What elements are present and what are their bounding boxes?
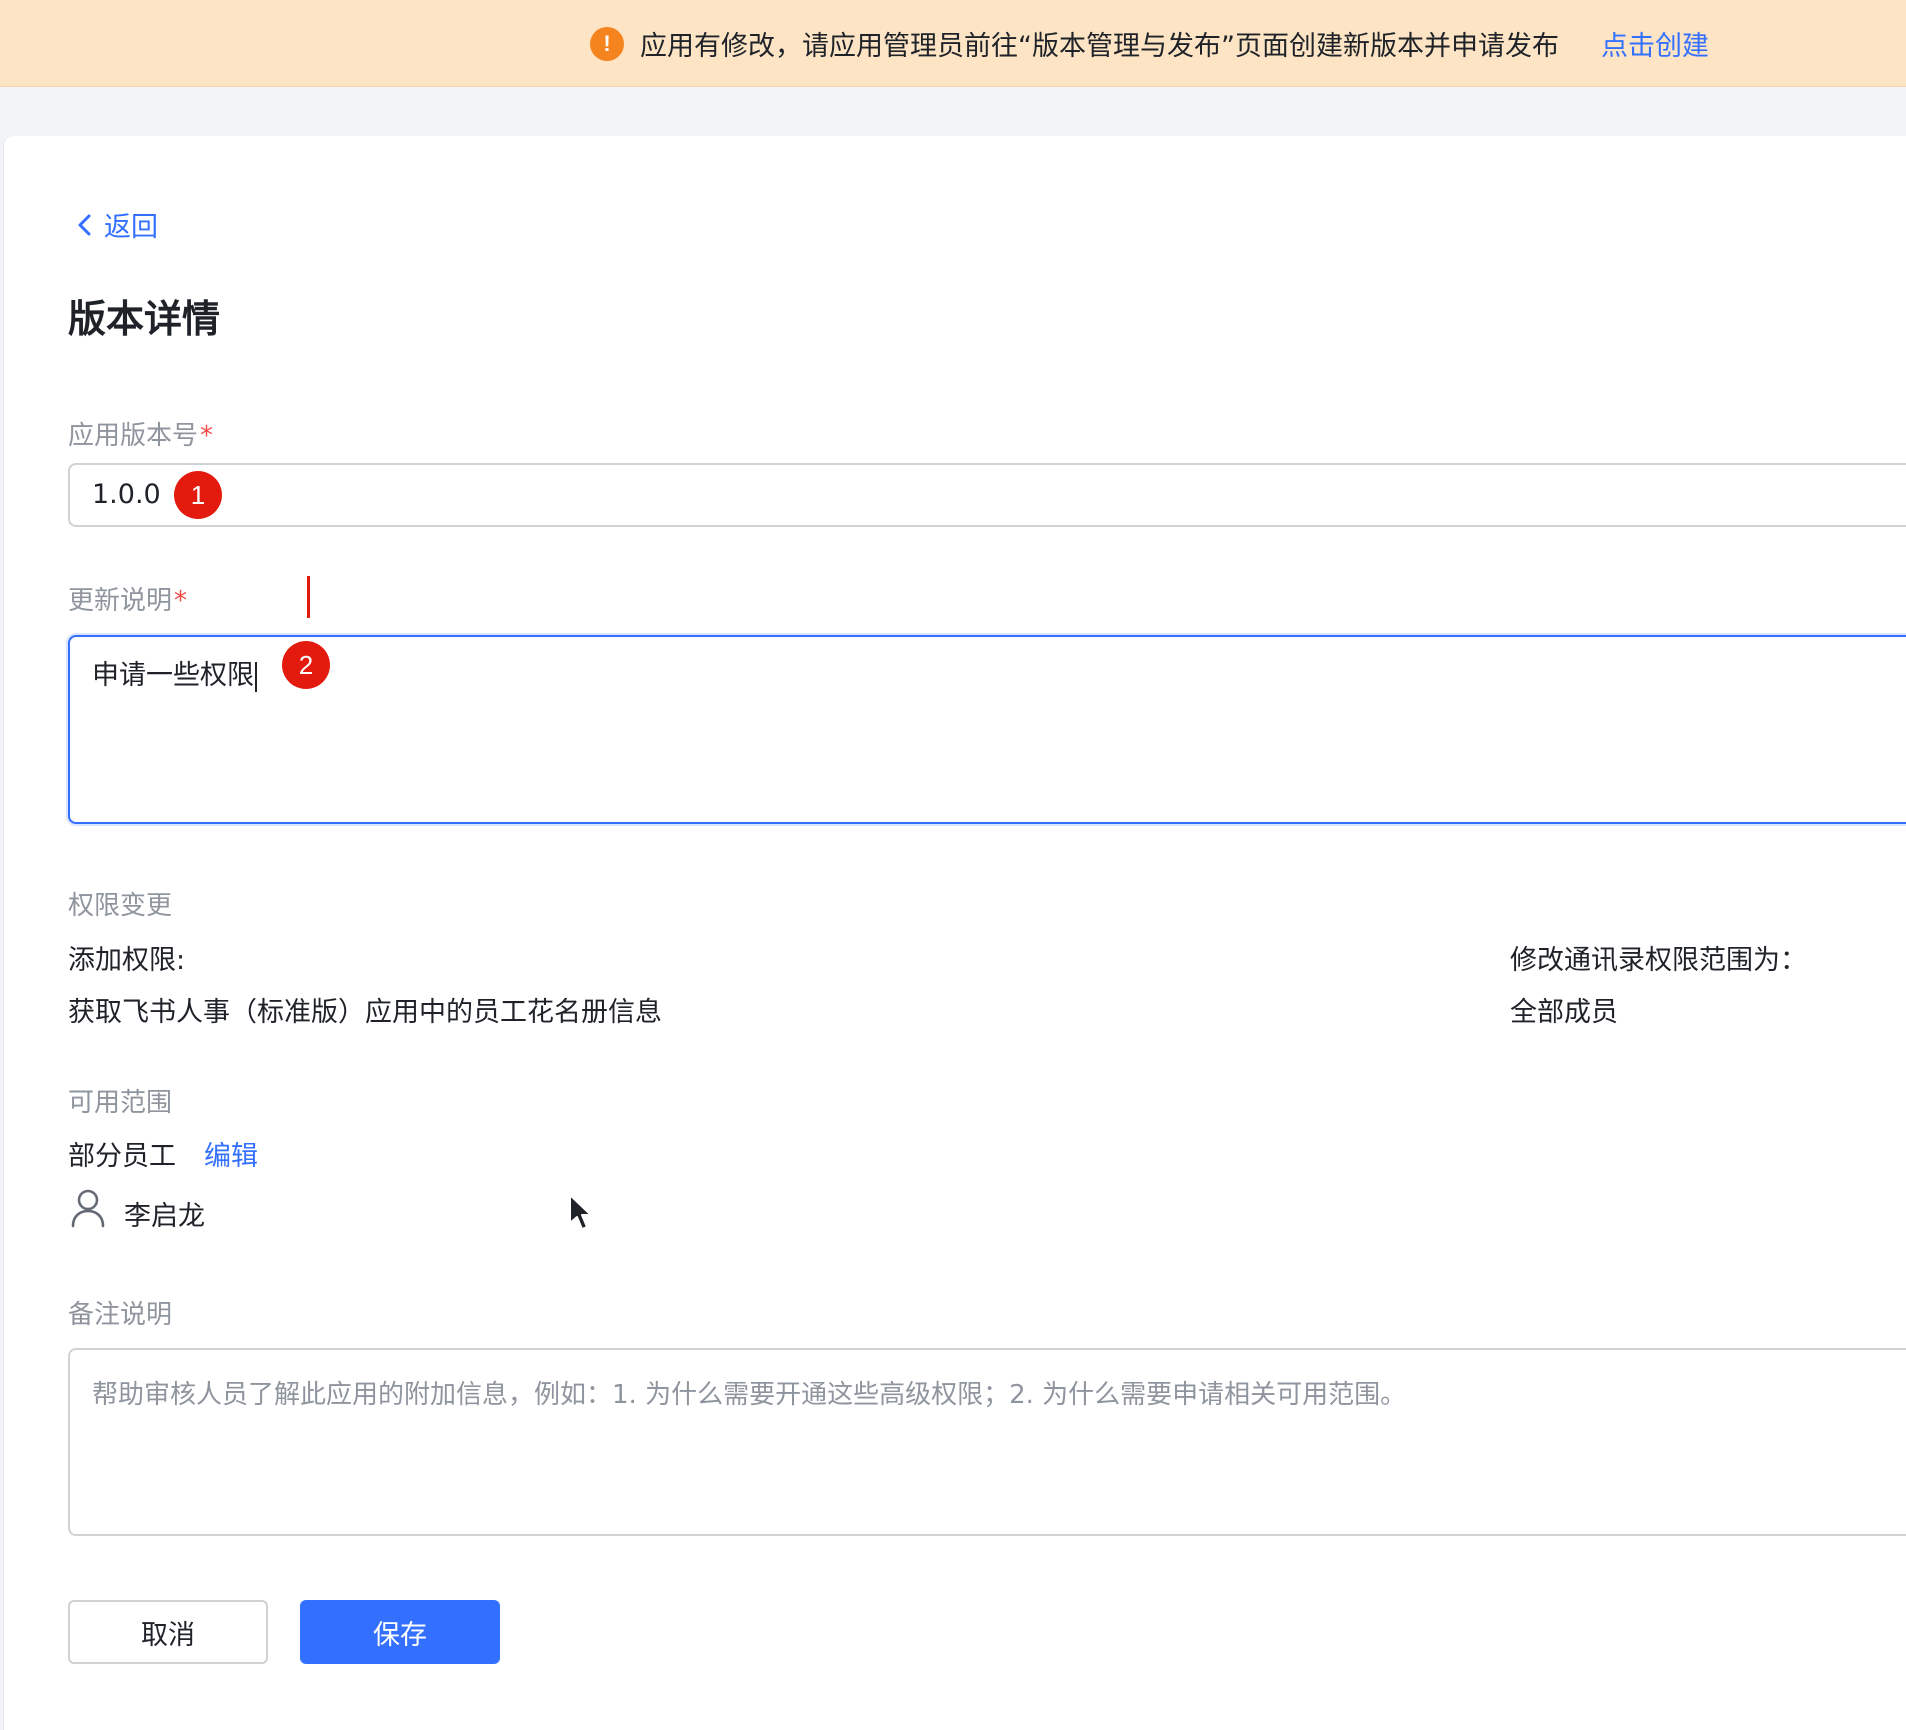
version-input-value: 1.0.0: [92, 479, 161, 510]
page-title: 版本详情: [68, 297, 221, 341]
mouse-pointer-icon: [569, 1194, 592, 1230]
save-button[interactable]: 保存: [300, 1600, 500, 1664]
version-label: 应用版本号*: [68, 415, 213, 452]
edit-availability-link[interactable]: 编辑: [204, 1134, 258, 1173]
remarks-textarea[interactable]: 帮助审核人员了解此应用的附加信息，例如：1. 为什么需要开通这些高级权限；2. …: [68, 1348, 1906, 1536]
version-label-text: 应用版本号: [68, 421, 199, 451]
remarks-placeholder: 帮助审核人员了解此应用的附加信息，例如：1. 为什么需要开通这些高级权限；2. …: [92, 1380, 1407, 1410]
availability-label: 可用范围: [68, 1088, 173, 1118]
member-name: 李启龙: [124, 1201, 205, 1232]
step-marker-2: 2: [282, 641, 330, 689]
back-label: 返回: [104, 212, 158, 243]
availability-value: 部分员工: [68, 1141, 176, 1172]
update-notes-label: 更新说明*: [68, 580, 187, 617]
cancel-button[interactable]: 取消: [68, 1600, 268, 1664]
step-marker-1: 1: [174, 471, 222, 519]
user-icon: [71, 1189, 105, 1228]
add-permission-label: 添加权限:: [68, 945, 186, 976]
add-permission-item: 获取飞书人事（标准版）应用中的员工花名册信息: [68, 997, 662, 1028]
required-mark: *: [174, 586, 188, 616]
update-notes-label-text: 更新说明: [68, 586, 173, 616]
annotation-cursor: [307, 576, 310, 618]
required-mark: *: [200, 421, 214, 451]
chevron-left-icon: [78, 214, 91, 235]
contact-scope-value: 全部成员: [1510, 997, 1618, 1028]
update-notes-textarea-value: 申请一些权限: [92, 653, 257, 692]
notice-message: 应用有修改，请应用管理员前往“版本管理与发布”页面创建新版本并申请发布: [640, 31, 1559, 62]
create-version-link[interactable]: 点击创建: [1601, 24, 1709, 63]
version-input[interactable]: 1.0.0: [68, 463, 1906, 527]
remarks-label: 备注说明: [68, 1300, 173, 1330]
warning-icon: !: [590, 26, 624, 61]
update-notes-text: 申请一些权限: [92, 660, 254, 691]
contact-scope-label: 修改通讯录权限范围为：: [1510, 945, 1807, 976]
back-link[interactable]: 返回: [72, 205, 158, 244]
notice-banner: ! 应用有修改，请应用管理员前往“版本管理与发布”页面创建新版本并申请发布 点击…: [0, 0, 1906, 87]
permission-changes-label: 权限变更: [68, 891, 173, 921]
text-caret: [255, 661, 257, 692]
update-notes-textarea[interactable]: 申请一些权限: [68, 635, 1906, 824]
notice-banner-content: ! 应用有修改，请应用管理员前往“版本管理与发布”页面创建新版本并申请发布 点击…: [590, 0, 1709, 87]
